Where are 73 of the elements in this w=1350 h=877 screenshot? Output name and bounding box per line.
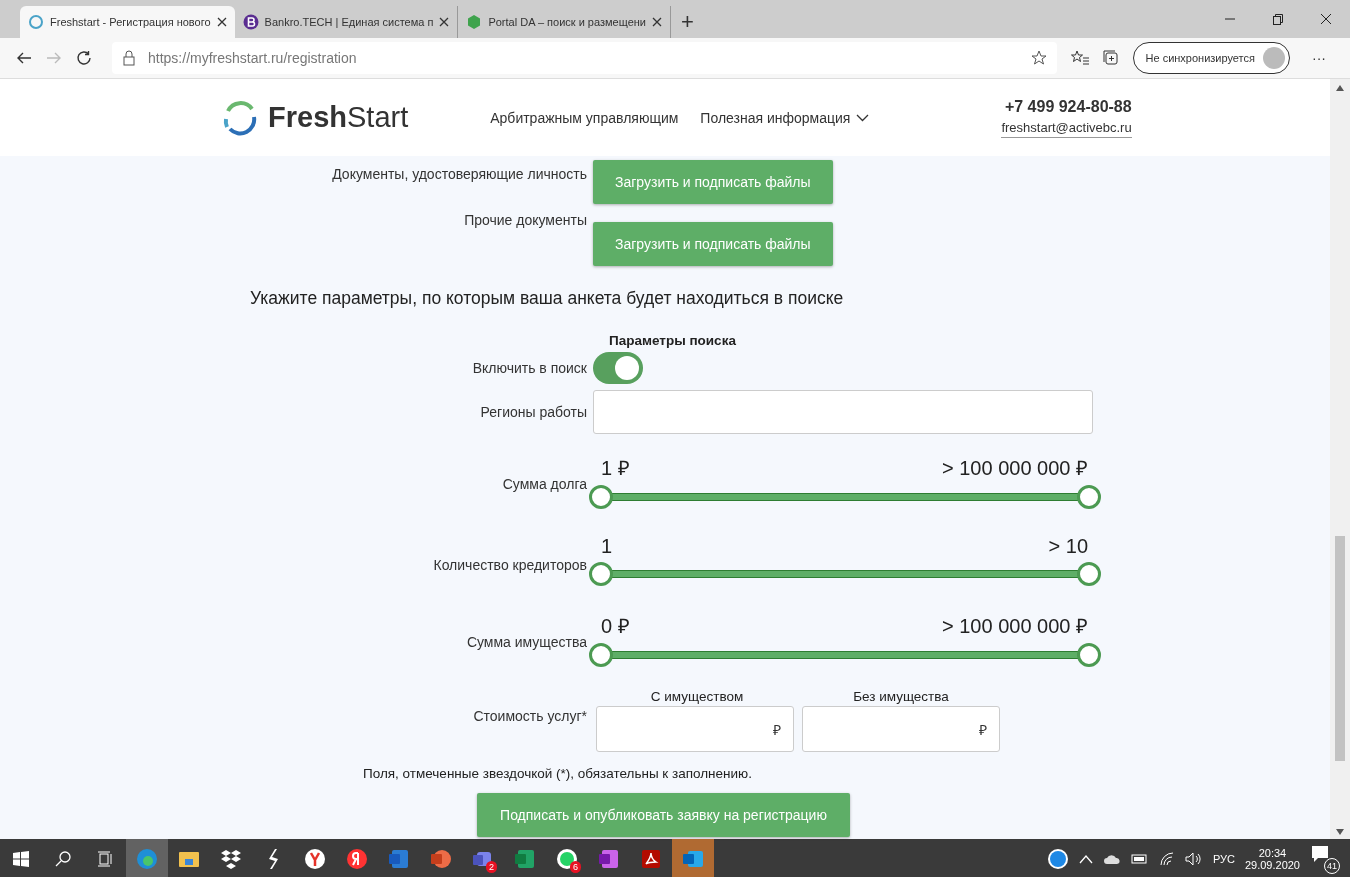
- logo-icon: [222, 98, 258, 137]
- close-tab-icon[interactable]: [652, 17, 662, 27]
- favicon-icon: [466, 14, 483, 30]
- required-fields-note: Поля, отмеченные звездочкой (*), обязательны к заполнению.: [363, 766, 753, 781]
- nav-link[interactable]: Арбитражным управляющим: [490, 109, 679, 126]
- chevron-up-icon[interactable]: [1078, 853, 1093, 864]
- star-icon[interactable]: [1030, 50, 1047, 66]
- column-header: Без имущества: [852, 689, 950, 704]
- price-field[interactable]: ₽: [802, 706, 1000, 752]
- clock[interactable]: 20:34 29.09.2020: [1244, 846, 1300, 871]
- field-label: Сумма имущества: [465, 633, 587, 652]
- scroll-down-icon[interactable]: [1336, 829, 1344, 835]
- field-label: Прочие документы: [463, 211, 587, 230]
- subsection-heading: Параметры поиска: [608, 333, 737, 348]
- avatar-icon: [1263, 47, 1285, 69]
- profile-button[interactable]: Не синхронизируется: [1132, 42, 1290, 74]
- range-max-value: > 10: [1048, 535, 1088, 558]
- app-icon: [345, 846, 369, 871]
- new-tab-button[interactable]: +: [671, 6, 704, 38]
- nav-link[interactable]: Полезная информация: [700, 109, 870, 126]
- more-button[interactable]: ···: [1304, 50, 1334, 66]
- app-icon: [303, 846, 327, 871]
- restore-icon[interactable]: [1272, 13, 1284, 25]
- range-min-value: 0 ₽: [601, 614, 630, 639]
- phone-number[interactable]: +7 499 924-80-88: [1004, 97, 1132, 116]
- regions-field[interactable]: [593, 390, 1093, 434]
- speaker-icon[interactable]: [1184, 851, 1203, 866]
- close-icon[interactable]: [1320, 13, 1332, 25]
- help-icon[interactable]: [1046, 847, 1069, 870]
- taskbar-app-icon[interactable]: 6: [546, 839, 588, 877]
- favorites-icon[interactable]: [1070, 50, 1089, 66]
- column-header: С имуществом: [649, 689, 745, 704]
- slider-handle[interactable]: [1077, 485, 1101, 509]
- logo-text: FreshStart: [268, 101, 409, 134]
- app-icon: [555, 846, 579, 871]
- scroll-up-icon[interactable]: [1336, 85, 1344, 91]
- cloud-icon[interactable]: [1102, 852, 1121, 865]
- back-arrow-icon[interactable]: [16, 50, 32, 66]
- scrollbar-thumb[interactable]: [1335, 536, 1345, 761]
- taskbar-app-icon[interactable]: 2: [462, 839, 504, 877]
- slider-handle[interactable]: [1077, 643, 1101, 667]
- section-heading: Укажите параметры, по которым ваша анкета будет находиться в поиске: [249, 288, 845, 309]
- field-label: Включить в поиск: [471, 360, 587, 376]
- wifi-icon[interactable]: [1158, 851, 1175, 866]
- app-icon: [135, 846, 159, 871]
- field-label: Сумма долга: [501, 475, 587, 494]
- range-max-value: > 100 000 000 ₽: [942, 614, 1088, 639]
- price-field[interactable]: ₽: [596, 706, 794, 752]
- range-min-value: 1: [601, 535, 613, 558]
- notification-count: 41: [1324, 857, 1340, 874]
- field-label: Документы, удостоверяющие личность: [331, 165, 587, 184]
- close-tab-icon[interactable]: [216, 17, 227, 27]
- close-tab-icon[interactable]: [439, 17, 450, 27]
- reload-icon[interactable]: [76, 50, 92, 66]
- slider-handle[interactable]: [589, 643, 613, 667]
- battery-icon[interactable]: [1130, 852, 1149, 865]
- slider-handle[interactable]: [589, 562, 613, 586]
- email-link[interactable]: freshstart@activebc.ru: [1001, 119, 1132, 138]
- range-max-value: > 100 000 000 ₽: [942, 456, 1088, 481]
- address-bar[interactable]: https://myfreshstart.ru/registration: [112, 42, 1057, 74]
- slider-handle[interactable]: [1077, 562, 1101, 586]
- range-min-value: 1 ₽: [601, 456, 630, 481]
- lock-icon: [122, 50, 136, 66]
- favicon-icon: [28, 14, 44, 30]
- language-indicator[interactable]: РУС: [1212, 852, 1235, 865]
- browser-tab[interactable]: Freshstart - Регистрация нового: [20, 6, 235, 38]
- toggle-switch[interactable]: [593, 352, 643, 384]
- collections-icon[interactable]: [1102, 50, 1119, 66]
- field-label: Стоимость услуг*: [472, 707, 587, 726]
- field-label: Количество кредиторов: [432, 556, 587, 575]
- favicon-icon: [242, 14, 259, 30]
- slider-handle[interactable]: [589, 485, 613, 509]
- field-label: Регионы работы: [479, 404, 587, 420]
